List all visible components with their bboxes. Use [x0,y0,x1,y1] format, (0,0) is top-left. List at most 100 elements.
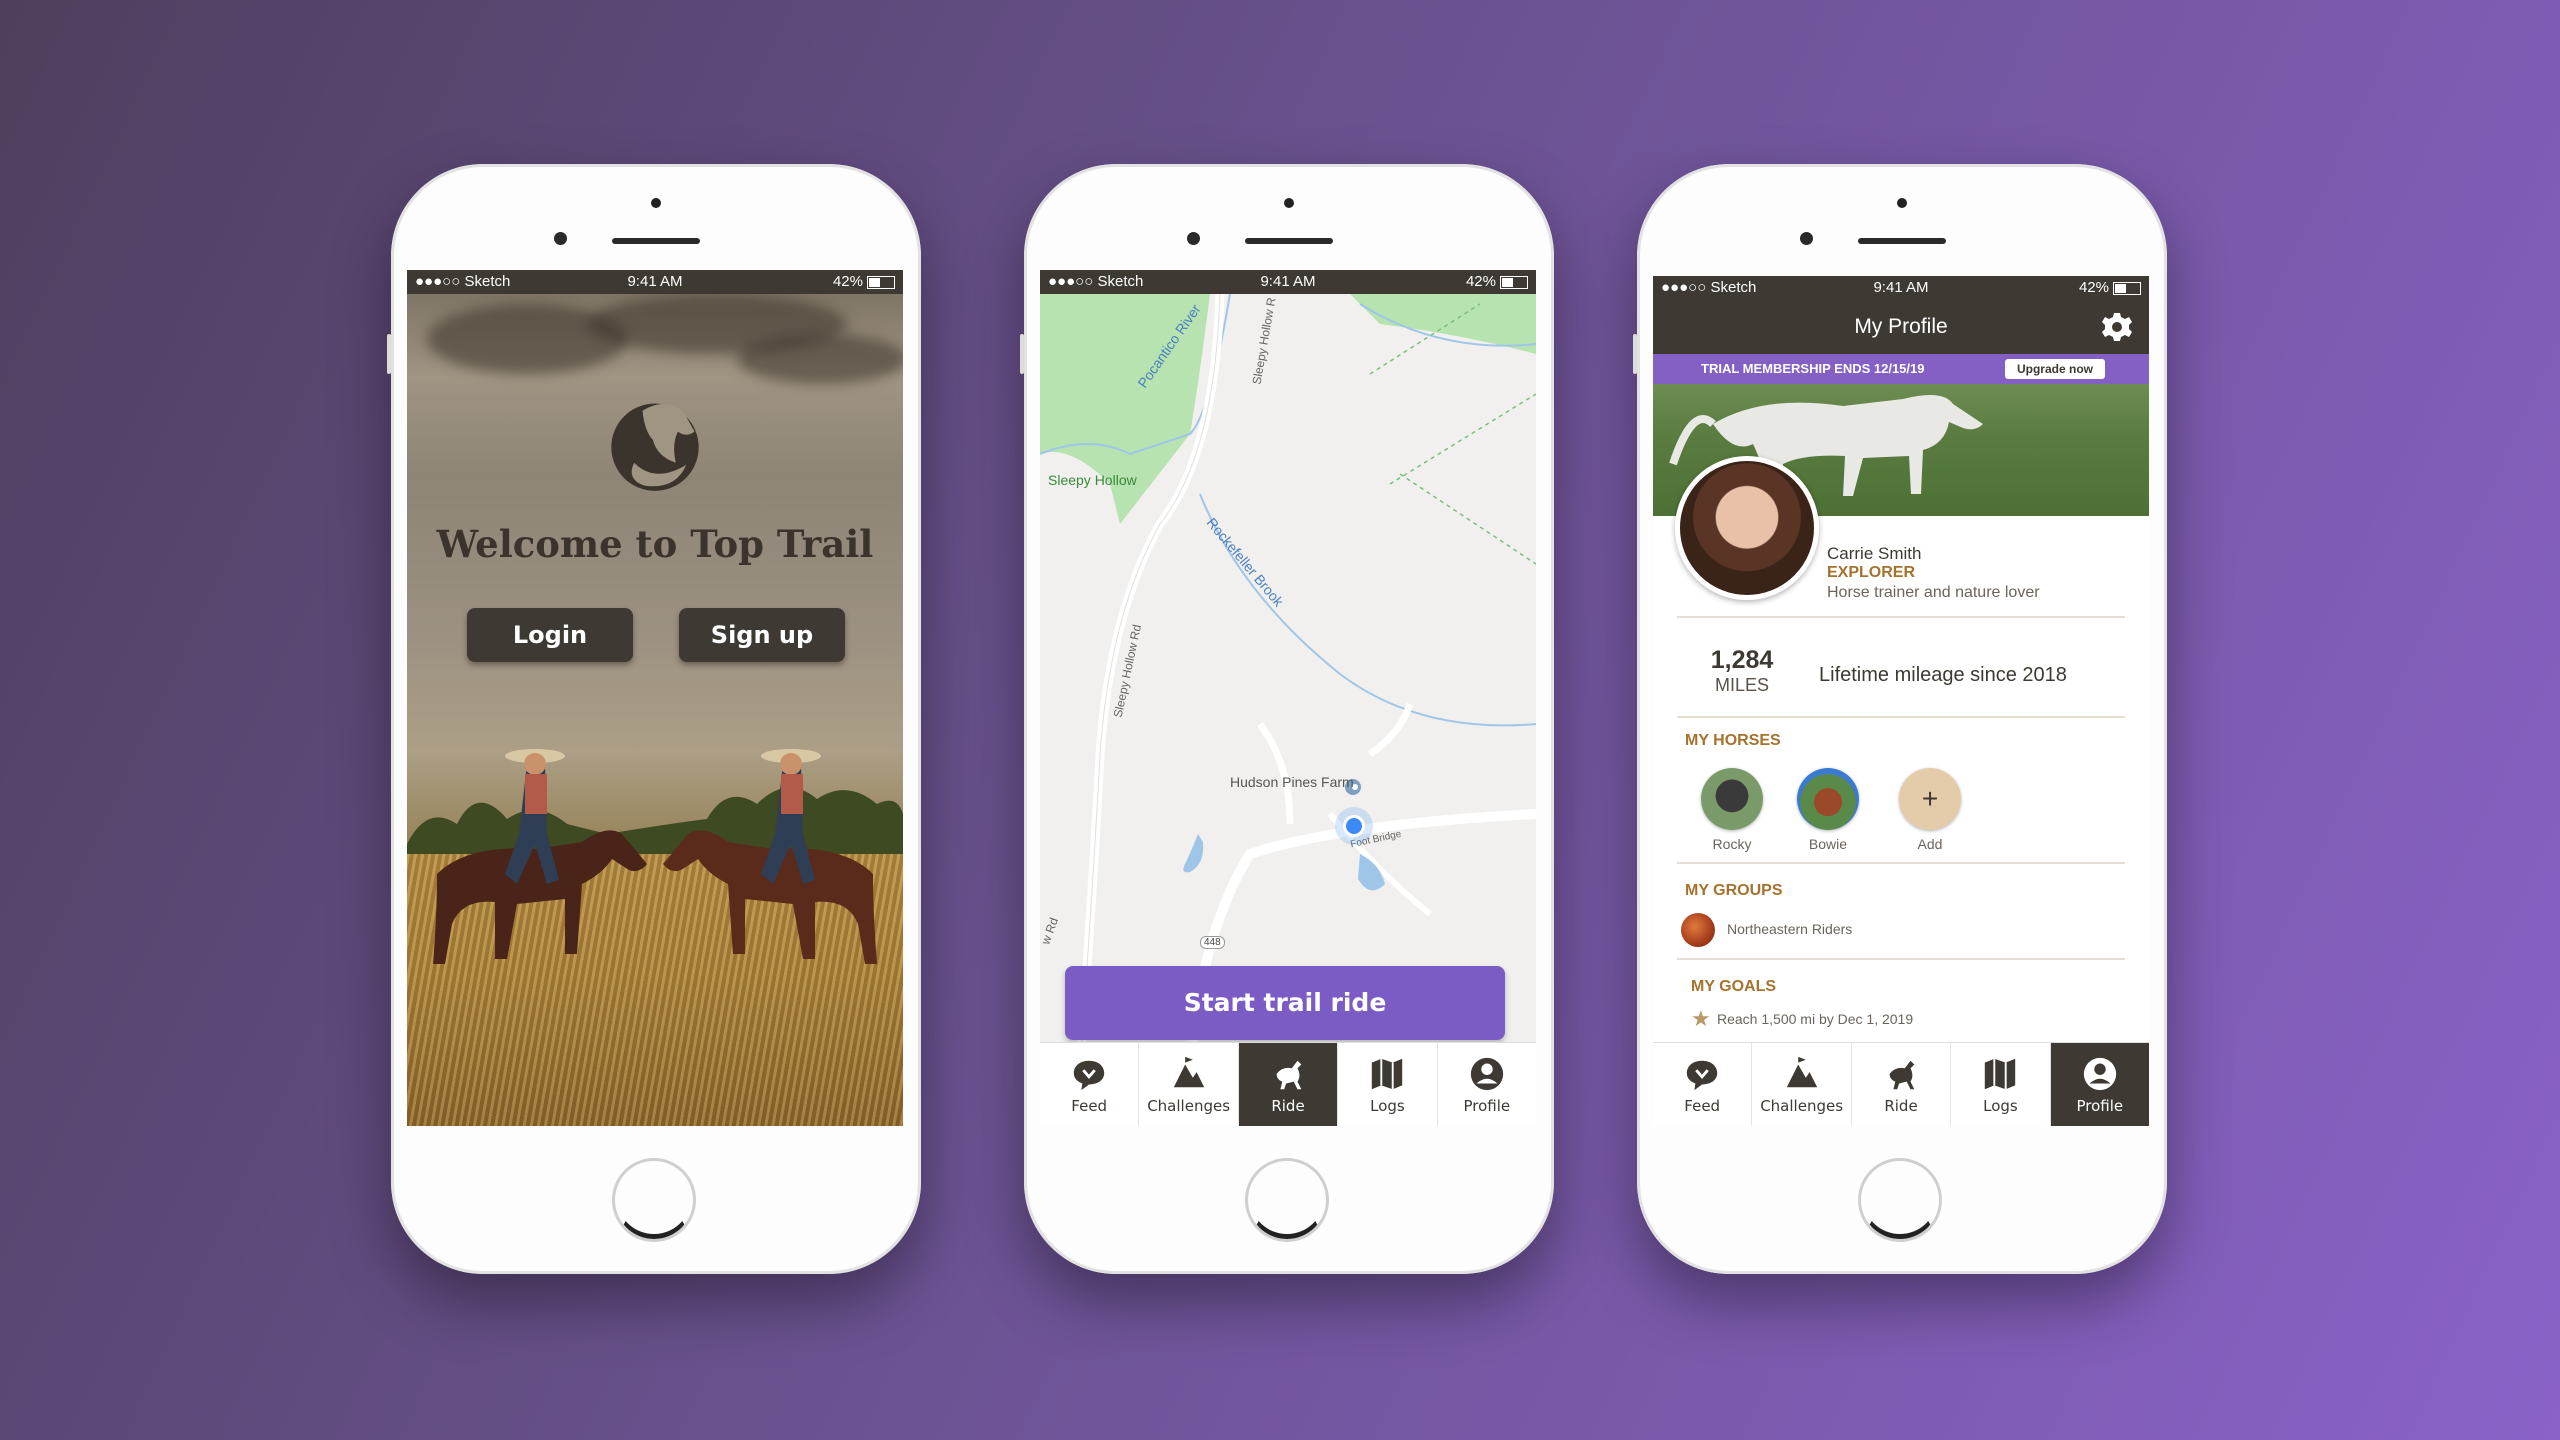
earpiece [1858,238,1946,244]
front-sensor [1897,198,1907,208]
trial-banner: TRIAL MEMBERSHIP ENDS 12/15/19 Upgrade n… [1653,354,2149,384]
profile-icon [2083,1057,2116,1091]
tab-feed[interactable]: Feed [1653,1043,1753,1126]
riders-illustration [433,749,877,964]
battery-icon [867,275,895,289]
map-label-hudson-pines: Hudson Pines Farm [1230,774,1354,790]
page-title: My Profile [1854,315,1948,338]
plus-icon: + [1899,768,1961,830]
front-camera [554,232,567,245]
current-location-dot [1343,815,1365,837]
divider [1677,716,2125,718]
trail-map[interactable]: Pocantico River Sleepy Hollow R Sleepy H… [1040,294,1536,1069]
tab-feed-label: Feed [1684,1097,1721,1115]
battery-percent: 42% [2078,279,2109,296]
map-label-sleepy-hollow: Sleepy Hollow [1048,472,1137,488]
status-bar: ●●●○○ Sketch 9:41 AM 42% [1653,276,2149,300]
challenges-icon [1786,1056,1817,1088]
tab-ride-label: Ride [1271,1097,1305,1115]
phone-map: ●●●○○ Sketch 9:41 AM 42% Pocantico River… [1020,164,1554,1274]
tab-profile-label: Profile [2076,1097,2124,1115]
ride-icon [1276,1060,1302,1090]
tab-profile[interactable]: Profile [1438,1043,1536,1126]
phone-welcome: ●●●○○ Sketch 9:41 AM 42% Welcome to Top … [387,164,921,1274]
tab-challenges[interactable]: Challenges [1752,1043,1852,1126]
home-button[interactable] [1858,1158,1942,1242]
ride-icon [1889,1060,1915,1090]
tab-logs[interactable]: Logs [1338,1043,1438,1126]
tab-ride-label: Ride [1884,1097,1918,1115]
horse-avatar [1797,768,1859,830]
my-goals-title: MY GOALS [1691,978,1777,995]
tab-ride[interactable]: Ride [1238,1043,1339,1126]
front-sensor [1284,198,1294,208]
add-horse-button[interactable]: + Add [1897,768,1963,852]
tab-logs[interactable]: Logs [1951,1043,2051,1126]
battery-indicator: 42% [833,270,895,294]
tab-challenges-label: Challenges [1147,1097,1231,1115]
horse-name: Bowie [1808,836,1848,852]
horse-avatar [1701,768,1763,830]
front-sensor [651,198,661,208]
tab-profile[interactable]: Profile [2050,1043,2149,1126]
lifetime-label: Lifetime mileage since 2018 [1819,664,2067,686]
profile-header: My Profile [1653,300,2149,354]
horse-name: Rocky [1712,836,1752,852]
my-horses-title: MY HORSES [1685,732,1781,749]
profile-screen: ●●●○○ Sketch 9:41 AM 42% My Profile TRIA… [1653,276,2149,1126]
battery-icon [2113,281,2141,295]
profile-icon [1470,1057,1503,1091]
challenges-icon [1173,1056,1204,1088]
home-button[interactable] [1245,1158,1329,1242]
welcome-title: Welcome to Top Trail [436,522,874,566]
tab-logs-label: Logs [1983,1097,2018,1115]
feed-icon [1074,1060,1105,1091]
map-canvas [1040,294,1536,1069]
logs-icon [1985,1058,2016,1090]
time-label: 9:41 AM [1873,279,1929,296]
horse-item-bowie[interactable]: Bowie [1795,768,1861,852]
time-label: 9:41 AM [1260,273,1316,290]
home-button[interactable] [612,1158,696,1242]
profile-role: EXPLORER [1827,564,1916,581]
tab-bar: Feed Challenges Ride Logs Profile [1653,1042,2149,1126]
my-groups-title: MY GROUPS [1685,882,1783,899]
login-button[interactable]: Login [467,608,633,662]
divider [1677,958,2125,960]
star-icon: ★ [1691,1006,1711,1031]
battery-percent: 42% [832,273,863,290]
welcome-screen: ●●●○○ Sketch 9:41 AM 42% Welcome to Top … [407,270,903,1126]
tab-ride[interactable]: Ride [1852,1043,1952,1126]
horse-item-rocky[interactable]: Rocky [1699,768,1765,852]
mileage-stat: 1,284 MILES [1697,646,1787,696]
gear-icon[interactable] [2101,311,2133,343]
phone-profile: ●●●○○ Sketch 9:41 AM 42% My Profile TRIA… [1633,164,2167,1274]
status-bar: ●●●○○ Sketch 9:41 AM 42% [407,270,903,294]
logs-icon [1372,1058,1403,1090]
battery-percent: 42% [1465,273,1496,290]
start-trail-ride-button[interactable]: Start trail ride [1065,966,1505,1040]
group-item-northeastern-riders[interactable]: Northeastern Riders [1727,921,1852,937]
profile-name: Carrie Smith [1827,544,1922,563]
tab-profile-label: Profile [1463,1097,1511,1115]
front-camera [1187,232,1200,245]
add-horse-label: Add [1917,836,1943,852]
divider [1677,616,2125,618]
goal-item[interactable]: Reach 1,500 mi by Dec 1, 2019 [1717,1011,1913,1027]
tab-challenges-label: Challenges [1760,1097,1844,1115]
time-label: 9:41 AM [627,273,683,290]
avatar[interactable] [1675,456,1819,600]
ride-screen: ●●●○○ Sketch 9:41 AM 42% Pocantico River… [1040,270,1536,1126]
divider [1677,862,2125,864]
signup-button[interactable]: Sign up [679,608,845,662]
tab-logs-label: Logs [1370,1097,1405,1115]
front-camera [1800,232,1813,245]
tab-feed[interactable]: Feed [1040,1043,1140,1126]
miles-value: 1,284 [1710,646,1774,674]
tab-challenges[interactable]: Challenges [1139,1043,1239,1126]
upgrade-button[interactable]: Upgrade now [2004,359,2105,379]
map-route-shield: 448 [1200,936,1225,949]
trial-text: TRIAL MEMBERSHIP ENDS 12/15/19 [1701,361,1925,376]
tab-bar: Feed Challenges Ride Logs Profile [1040,1042,1536,1126]
earpiece [1245,238,1333,244]
